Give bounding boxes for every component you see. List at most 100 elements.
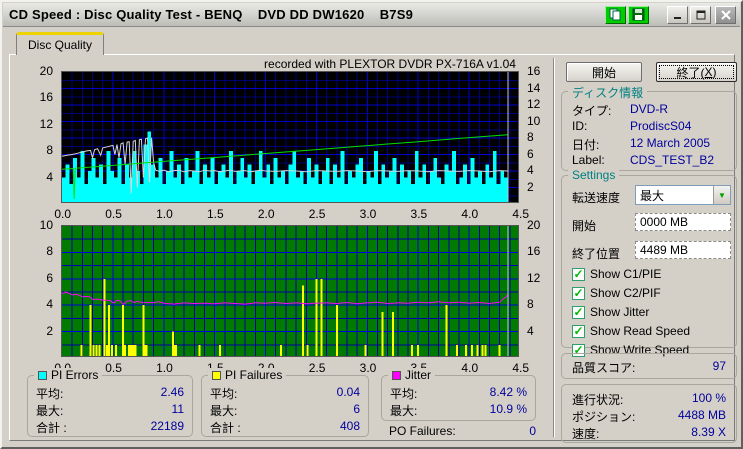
po-failures-label: PO Failures: [389, 424, 456, 438]
chart-top-left-axis: 20 16 12 8 4 [39, 64, 53, 184]
end-position-field[interactable] [635, 241, 731, 259]
pi-errors-avg-row: 平均: 2.46 [36, 385, 184, 401]
pi-errors-legend-text: PI Errors [51, 368, 99, 382]
pi-errors-avg-value: 2.46 [160, 385, 184, 399]
jitter-legend: Jitter 平均: 8.42 % 最大: 10.9 % [381, 368, 536, 421]
jitter-max-row: 最大: 10.9 % [390, 402, 527, 418]
pi-failures-legend-title: PI Failures [208, 368, 287, 382]
quality-score-label: 品質スコア: [572, 361, 636, 375]
recorded-with-label: recorded with PLEXTOR DVDR PX-716A v1.04 [264, 57, 516, 71]
checkbox-show-read-speed[interactable]: ✓ [572, 324, 585, 338]
pi-errors-legend-title: PI Errors [34, 368, 103, 382]
total-label: 合計 : [210, 421, 241, 435]
chart-top-x-axis: 0.0 0.5 1.0 1.5 2.0 2.5 3.0 3.5 4.0 4.5 [54, 207, 530, 221]
title-bar-buttons [605, 5, 740, 24]
quality-score-row: 品質スコア: 97 [572, 359, 726, 375]
max-label: 最大: [390, 404, 418, 418]
checkbox-show-read-speed-label: Show Read Speed [590, 324, 691, 338]
quality-score-group: 品質スコア: 97 [561, 353, 737, 379]
exit-button-label-suffix: ) [712, 65, 717, 79]
pi-errors-total-row: 合計 : 22189 [36, 419, 184, 435]
disc-type-label: タイプ: [572, 104, 612, 118]
check-icon: ✓ [573, 267, 584, 281]
disc-date-value: 12 March 2005 [630, 136, 711, 150]
checkbox-show-jitter[interactable]: ✓ [572, 305, 585, 319]
pi-failures-max-value: 6 [353, 402, 360, 416]
chart-bottom-x-axis: 0.00.51.01.52.02.53.03.54.04.5 [54, 361, 530, 375]
checkbox-show-c1pie[interactable]: ✓ [572, 267, 585, 281]
chart-bottom: 108642 20161284 0.00.51.01.52.02.53.03.5… [15, 218, 555, 375]
speed-row: 速度: 8.39 X [572, 425, 726, 441]
total-label: 合計 : [36, 421, 67, 435]
pi-errors-total-value: 22189 [150, 419, 184, 433]
chart-top-right-axis: 16 14 12 10 8 6 4 2 [527, 64, 541, 194]
save-button[interactable] [628, 5, 649, 24]
pi-errors-max-row: 最大: 11 [36, 402, 184, 418]
progress-label: 進行状況: [572, 393, 624, 407]
avg-label: 平均: [390, 387, 418, 401]
position-label: ポジション: [572, 410, 636, 424]
speed-value: 8.39 X [691, 425, 726, 439]
window-title: CD Speed : Disc Quality Test - BENQ DVD … [9, 7, 414, 22]
disc-info-title: ディスク情報 [568, 84, 648, 101]
copy-button[interactable] [605, 5, 626, 24]
settings-group: Settings 転送速度 最大 ▼ 開始 終了位置 ✓ Show C1/PIE… [561, 168, 737, 357]
save-icon [632, 8, 645, 21]
chart-bottom-right-axis: 20 16 12 8 4 [527, 218, 541, 338]
close-button[interactable] [715, 5, 736, 24]
transfer-speed-select[interactable]: 最大 ▼ [635, 185, 731, 205]
transfer-speed-value: 最大 [640, 188, 665, 203]
quality-score-value: 97 [712, 359, 726, 373]
pi-failures-avg-row: 平均: 0.04 [210, 385, 360, 401]
pi-errors-color-chip [38, 370, 47, 380]
disc-info-group: ディスク情報 タイプ: DVD-R ID: ProdiscS04 日付: 12 … [561, 84, 737, 171]
progress-group: 進行状況: 100 % ポジション: 4488 MB 速度: 8.39 X [561, 384, 737, 443]
checkbox-row-show-c1pie: ✓ Show C1/PIE [572, 266, 661, 282]
position-value: 4488 MB [677, 408, 726, 422]
exit-button-label: 終了( [676, 65, 705, 80]
checkbox-row-show-read-speed: ✓ Show Read Speed [572, 323, 690, 339]
progress-value: 100 % [691, 391, 726, 405]
maximize-button[interactable] [690, 5, 711, 24]
transfer-speed-label: 転送速度 [572, 191, 621, 205]
checkbox-show-jitter-label: Show Jitter [590, 305, 650, 319]
jitter-max-value: 10.9 % [489, 402, 527, 416]
settings-title: Settings [568, 168, 620, 182]
disc-type-value: DVD-R [630, 102, 668, 116]
jitter-legend-title: Jitter [388, 368, 436, 382]
pi-errors-legend: PI Errors 平均: 2.46 最大: 11 合計 : 22189 [27, 368, 193, 437]
pi-failures-avg-value: 0.04 [336, 385, 360, 399]
tab-disc-quality[interactable]: Disc Quality [16, 32, 104, 55]
title-bar: CD Speed : Disc Quality Test - BENQ DVD … [3, 3, 740, 27]
pi-failures-total-row: 合計 : 408 [210, 419, 360, 435]
minimize-button[interactable] [667, 5, 688, 24]
avg-label: 平均: [210, 387, 238, 401]
copy-icon [609, 8, 621, 21]
checkbox-show-c2pif[interactable]: ✓ [572, 286, 585, 300]
checkbox-show-c1pie-label: Show C1/PIE [590, 267, 662, 281]
start-button[interactable]: 開始 [566, 62, 642, 82]
po-failures-value: 0 [529, 424, 536, 438]
exit-button[interactable]: 終了(X) [656, 62, 737, 82]
chevron-down-icon[interactable]: ▼ [713, 186, 730, 204]
minimize-icon [673, 16, 681, 19]
chart-top: 20 16 12 8 4 16 14 12 10 8 6 4 2 0.0 0.5 1.0 1.5 2.0 2.5… [15, 64, 555, 221]
checkbox-row-show-jitter: ✓ Show Jitter [572, 304, 649, 320]
checkbox-show-c2pif-label: Show C2/PIF [590, 286, 661, 300]
progress-row: 進行状況: 100 % [572, 391, 726, 407]
pi-failures-max-row: 最大: 6 [210, 402, 360, 418]
panel-divider [553, 58, 555, 437]
pi-failures-legend-text: PI Failures [225, 368, 283, 382]
pi-failures-total-value: 408 [339, 419, 360, 433]
po-failures-row: PO Failures: 0 [389, 424, 536, 438]
close-icon [720, 9, 731, 20]
position-row: ポジション: 4488 MB [572, 408, 726, 424]
start-position-field[interactable] [635, 213, 731, 231]
speed-label: 速度: [572, 427, 600, 441]
checkbox-row-show-c2pif: ✓ Show C2/PIF [572, 285, 661, 301]
max-label: 最大: [210, 404, 238, 418]
check-icon: ✓ [573, 286, 584, 300]
maximize-icon [696, 10, 705, 19]
start-position-label: 開始 [572, 219, 597, 233]
jitter-color-chip [392, 370, 401, 380]
